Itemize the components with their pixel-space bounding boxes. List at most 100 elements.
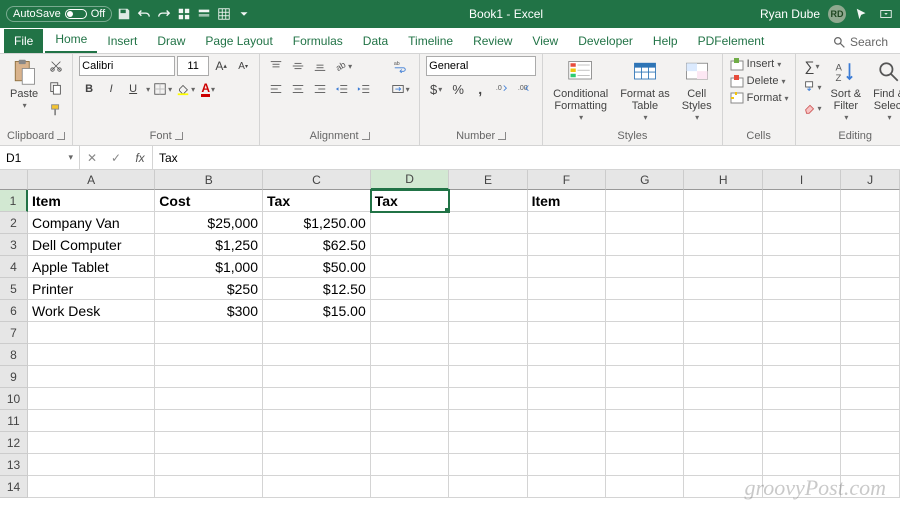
cell[interactable] [449,256,527,278]
notes-icon[interactable] [854,6,870,22]
cell[interactable] [841,344,900,366]
cell[interactable] [28,344,155,366]
cell[interactable] [763,256,841,278]
cell[interactable] [763,366,841,388]
fill-button[interactable]: ▾ [802,77,823,97]
qat-icon-1[interactable] [176,6,192,22]
font-family-select[interactable] [79,56,175,76]
cell[interactable] [763,212,841,234]
font-color-button[interactable]: A▾ [198,79,218,99]
cell[interactable] [449,278,527,300]
percent-button[interactable]: % [448,79,468,99]
row-header[interactable]: 9 [0,366,28,388]
copy-button[interactable] [46,78,66,98]
cell[interactable] [841,410,900,432]
col-header[interactable]: G [606,170,684,190]
cell[interactable] [371,410,449,432]
align-center-button[interactable] [288,79,308,99]
col-header[interactable]: F [528,170,606,190]
cell[interactable]: Work Desk [28,300,155,322]
cell[interactable] [606,432,684,454]
col-header[interactable]: A [28,170,155,190]
qat-icon-2[interactable] [196,6,212,22]
cell[interactable]: $250 [155,278,263,300]
cell[interactable] [606,366,684,388]
cells-format-button[interactable]: Format▾ [729,90,789,106]
cell[interactable] [684,234,762,256]
cell[interactable] [371,300,449,322]
col-header[interactable]: E [449,170,527,190]
paste-button[interactable]: Paste▾ [6,56,42,113]
row-header[interactable]: 7 [0,322,28,344]
tab-file[interactable]: File [4,29,43,53]
underline-button[interactable]: U [123,79,143,99]
cell[interactable] [763,300,841,322]
cell[interactable] [371,278,449,300]
cell[interactable] [763,476,841,498]
row-header[interactable]: 14 [0,476,28,498]
cell[interactable]: Company Van [28,212,155,234]
cell[interactable] [684,300,762,322]
cell[interactable] [371,388,449,410]
cell[interactable] [763,432,841,454]
tab-help[interactable]: Help [643,29,688,53]
cell[interactable] [684,322,762,344]
cell[interactable] [606,410,684,432]
cell[interactable]: $300 [155,300,263,322]
cell[interactable] [449,454,527,476]
align-right-button[interactable] [310,79,330,99]
cell[interactable]: $15.00 [263,300,371,322]
cell[interactable] [841,234,900,256]
tab-timeline[interactable]: Timeline [398,29,463,53]
name-box[interactable]: D1 ▾ [0,146,80,169]
undo-icon[interactable] [136,6,152,22]
indent-increase-button[interactable] [354,79,374,99]
align-top-button[interactable] [266,56,286,76]
cell[interactable] [449,432,527,454]
number-format-select[interactable] [426,56,536,76]
cell[interactable] [841,476,900,498]
cell[interactable]: $12.50 [263,278,371,300]
qat-icon-3[interactable] [216,6,232,22]
cell[interactable] [606,190,684,212]
cell[interactable] [841,256,900,278]
sort-filter-button[interactable]: AZ Sort & Filter▾ [827,56,866,125]
cell[interactable] [371,366,449,388]
cell[interactable] [606,234,684,256]
row-header[interactable]: 13 [0,454,28,476]
cell[interactable] [528,432,606,454]
cell[interactable]: Printer [28,278,155,300]
italic-button[interactable]: I [101,79,121,99]
cell[interactable] [606,322,684,344]
cell[interactable] [763,190,841,212]
row-header[interactable]: 5 [0,278,28,300]
cell[interactable] [528,476,606,498]
cell[interactable] [449,410,527,432]
cell[interactable]: $1,250 [155,234,263,256]
cell[interactable]: $62.50 [263,234,371,256]
cell[interactable] [684,278,762,300]
cell[interactable] [841,366,900,388]
cell[interactable] [528,344,606,366]
cell[interactable] [841,212,900,234]
cell[interactable] [528,366,606,388]
cell[interactable]: Dell Computer [28,234,155,256]
format-painter-button[interactable] [46,100,66,120]
cell[interactable] [528,300,606,322]
redo-icon[interactable] [156,6,172,22]
cell[interactable] [371,344,449,366]
cell[interactable] [528,388,606,410]
cell[interactable] [263,476,371,498]
font-size-select[interactable] [177,56,209,76]
cell[interactable] [371,212,449,234]
col-header[interactable]: I [763,170,841,190]
cell[interactable] [449,212,527,234]
cell[interactable] [684,410,762,432]
tab-review[interactable]: Review [463,29,522,53]
cell[interactable] [263,410,371,432]
cell[interactable] [28,454,155,476]
cell[interactable] [528,278,606,300]
cell[interactable] [684,388,762,410]
find-select-button[interactable]: Find & Select▾ [869,56,900,125]
cell[interactable] [606,300,684,322]
